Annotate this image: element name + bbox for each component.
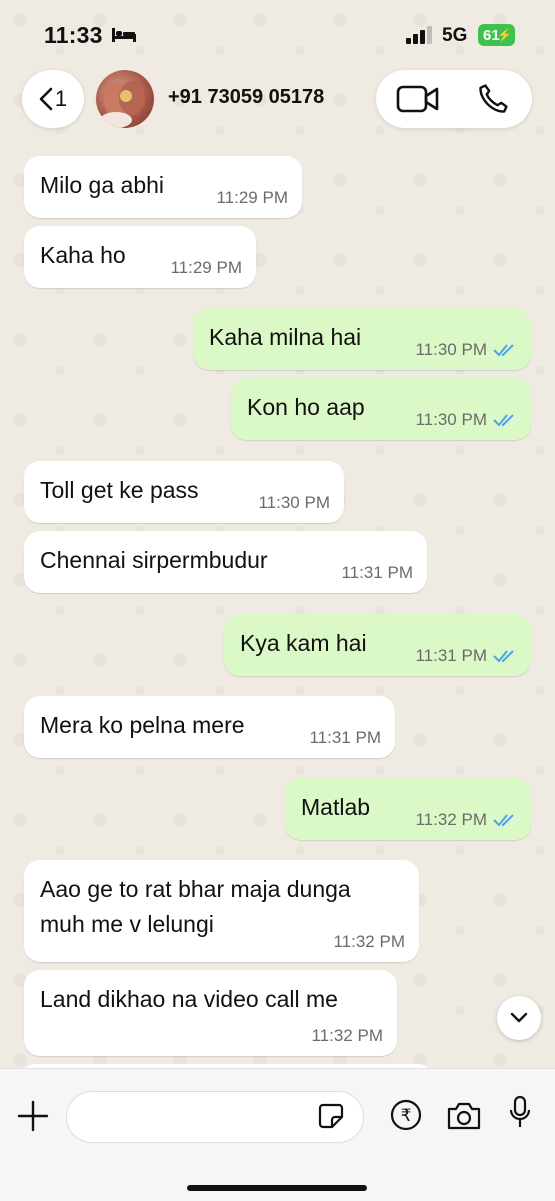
message-time: 11:31 PM	[309, 728, 381, 748]
message-time: 11:29 PM	[170, 258, 242, 278]
read-ticks-icon	[493, 814, 514, 827]
plus-icon[interactable]	[16, 1099, 50, 1133]
message-time: 11:31 PM	[415, 646, 517, 666]
message-incoming[interactable]: Kaha ho 11:29 PM	[24, 226, 256, 288]
message-time: 11:30 PM	[415, 340, 517, 360]
back-chevron-icon	[39, 87, 53, 111]
timestamp: 11:32 PM	[415, 810, 487, 829]
avatar-image	[100, 81, 145, 128]
message-time: 11:31 PM	[341, 563, 413, 583]
chat-header: 1 +91 73059 05178	[0, 70, 555, 146]
contact-name[interactable]: +91 73059 05178	[168, 86, 324, 109]
timestamp: 11:32 PM	[333, 932, 405, 951]
phone-call-icon[interactable]	[476, 82, 510, 116]
message-incoming[interactable]: Aao ge to rat bhar maja dunga muh me v l…	[24, 860, 419, 962]
read-ticks-icon	[493, 344, 514, 357]
home-indicator	[187, 1185, 367, 1191]
bed-icon	[112, 28, 136, 42]
network-type: 5G	[442, 25, 468, 46]
message-time: 11:30 PM	[415, 410, 517, 430]
video-call-icon[interactable]	[396, 84, 440, 114]
timestamp: 11:31 PM	[309, 728, 381, 747]
status-time: 11:33	[44, 22, 103, 48]
charging-bolt-icon: ⚡	[497, 28, 512, 42]
message-outgoing[interactable]: Matlab 11:32 PM	[285, 778, 531, 840]
message-incoming[interactable]: Milo ga abhi 11:29 PM	[24, 156, 302, 218]
timestamp: 11:30 PM	[415, 340, 487, 359]
timestamp: 11:32 PM	[311, 1026, 383, 1045]
message-incoming[interactable]: Land dikhao na video call me 11:32 PM	[24, 970, 397, 1056]
message-outgoing[interactable]: Kaha milna hai 11:30 PM	[193, 308, 531, 370]
timestamp: 11:31 PM	[415, 646, 487, 665]
timestamp: 11:31 PM	[341, 563, 413, 582]
read-ticks-icon	[493, 414, 514, 427]
message-text: Aao ge to rat bhar maja dunga	[40, 876, 351, 902]
signal-icon	[406, 26, 432, 44]
timestamp: 11:29 PM	[216, 188, 288, 207]
composer-bar: ₹	[0, 1068, 555, 1201]
scroll-down-button[interactable]	[497, 996, 541, 1040]
sticker-icon[interactable]	[318, 1103, 344, 1129]
battery-indicator: 61 ⚡	[478, 24, 515, 46]
back-button[interactable]: 1	[22, 70, 84, 128]
message-text: Land dikhao na video call me	[40, 986, 338, 1012]
camera-icon[interactable]	[446, 1101, 482, 1131]
message-incoming[interactable]: Mera ko pelna mere 11:31 PM	[24, 696, 395, 758]
message-outgoing[interactable]: Kon ho aap 11:30 PM	[231, 378, 531, 440]
message-time: 11:30 PM	[258, 493, 330, 513]
message-outgoing[interactable]: Kya kam hai 11:31 PM	[224, 614, 531, 676]
read-ticks-icon	[493, 650, 514, 663]
contact-avatar[interactable]	[96, 70, 154, 128]
message-time: 11:32 PM	[311, 1026, 383, 1046]
message-incoming[interactable]: Chennai sirpermbudur 11:31 PM	[24, 531, 427, 593]
message-time: 11:29 PM	[216, 188, 288, 208]
timestamp: 11:29 PM	[170, 258, 242, 277]
mic-icon[interactable]	[508, 1095, 532, 1131]
scroll-down-icon	[510, 1012, 528, 1023]
rupee-icon[interactable]: ₹	[390, 1099, 422, 1131]
message-time: 11:32 PM	[415, 810, 517, 830]
timestamp: 11:30 PM	[415, 410, 487, 429]
call-actions	[376, 70, 532, 128]
unread-count: 1	[54, 86, 68, 111]
status-bar: 11:33 5G 61 ⚡	[0, 0, 555, 70]
timestamp: 11:30 PM	[258, 493, 330, 512]
message-time: 11:32 PM	[333, 932, 405, 952]
message-incoming[interactable]: Toll get ke pass 11:30 PM	[24, 461, 344, 523]
svg-text:₹: ₹	[401, 1106, 412, 1126]
